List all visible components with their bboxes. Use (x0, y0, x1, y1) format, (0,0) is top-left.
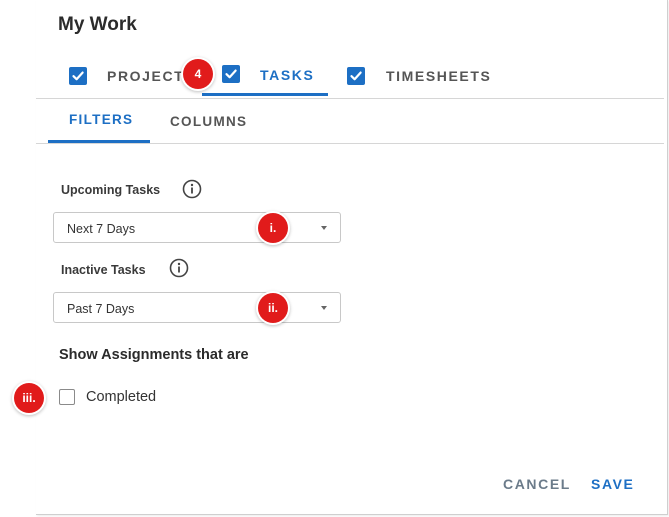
completed-label[interactable]: Completed (86, 389, 156, 405)
subtab-filters[interactable]: FILTERS (69, 112, 133, 127)
timesheets-checkbox[interactable] (347, 67, 365, 85)
upcoming-tasks-value: Next 7 Days (67, 222, 136, 236)
projects-checkbox[interactable] (69, 67, 87, 85)
active-tab-indicator (202, 93, 328, 96)
annotation-marker-4: 4 (183, 59, 213, 89)
tabs-divider (36, 98, 664, 99)
tasks-checkbox[interactable] (222, 65, 240, 83)
checkmark-icon (350, 71, 362, 81)
assignments-heading: Show Assignments that are (59, 347, 249, 363)
annotation-marker-iii: iii. (14, 383, 44, 413)
info-icon[interactable] (169, 258, 189, 278)
annotation-marker-ii: ii. (258, 293, 288, 323)
cancel-button[interactable]: CANCEL (503, 476, 571, 492)
upcoming-tasks-label: Upcoming Tasks (61, 183, 161, 197)
info-icon[interactable] (182, 179, 202, 199)
completed-checkbox[interactable] (59, 389, 75, 405)
inactive-tasks-select[interactable]: Past 7 Days (53, 292, 341, 323)
tab-tasks[interactable]: TASKS (260, 67, 314, 83)
upcoming-tasks-select[interactable]: Next 7 Days (53, 212, 341, 243)
checkmark-icon (72, 71, 84, 81)
tab-timesheets[interactable]: TIMESHEETS (386, 68, 491, 84)
subtab-columns[interactable]: COLUMNS (170, 114, 247, 129)
inactive-tasks-label: Inactive Tasks (61, 263, 146, 277)
subtabs-divider (36, 143, 664, 144)
inactive-tasks-value: Past 7 Days (67, 302, 135, 316)
dropdown-caret-icon (321, 306, 327, 310)
dialog-title: My Work (58, 14, 137, 35)
dropdown-caret-icon (321, 226, 327, 230)
save-button[interactable]: SAVE (591, 476, 635, 492)
annotation-marker-i: i. (258, 213, 288, 243)
tab-projects[interactable]: PROJECTS (107, 68, 195, 84)
checkmark-icon (225, 69, 237, 79)
